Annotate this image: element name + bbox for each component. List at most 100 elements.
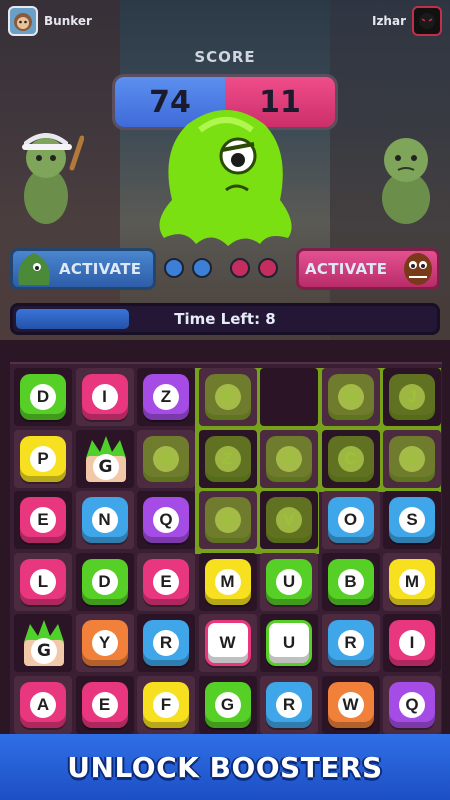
board-cell[interactable]: E	[14, 491, 72, 549]
board-cell[interactable]: P	[14, 429, 72, 488]
letter-tile[interactable]: R	[327, 620, 374, 666]
slimed-letter-tile[interactable]: P	[204, 497, 251, 543]
crown-tile-icon[interactable]: G	[16, 614, 72, 670]
letter-tile[interactable]: Q	[389, 681, 435, 728]
tile-letter: V	[276, 507, 302, 533]
special-letter-tile[interactable]: W	[204, 620, 251, 666]
board-cell[interactable]: O	[321, 491, 380, 549]
slimed-letter-tile[interactable]: J	[266, 435, 312, 482]
board-cell[interactable]: J	[260, 429, 318, 488]
tile-letter: W	[337, 691, 364, 718]
charge-dot	[164, 258, 184, 278]
board-cell[interactable]: G	[14, 614, 72, 672]
board-cell[interactable]: D	[75, 552, 134, 611]
monkey-avatar-icon[interactable]	[8, 6, 38, 36]
board-cell[interactable]: Q	[383, 675, 441, 734]
letter-tile[interactable]: Y	[81, 620, 128, 666]
slimed-letter-tile[interactable]: C	[327, 435, 374, 482]
board-cell[interactable]: B	[321, 552, 380, 611]
slimed-letter-tile[interactable]: K	[204, 374, 251, 420]
dark-avatar-icon[interactable]	[412, 6, 442, 36]
letter-tile[interactable]: E	[143, 558, 189, 605]
board-cell[interactable]: P	[198, 491, 257, 549]
letter-tile[interactable]: S	[389, 497, 435, 543]
board-cell[interactable]: R	[137, 614, 195, 672]
letter-tile[interactable]: M	[389, 558, 435, 605]
letter-tile[interactable]: M	[204, 558, 251, 605]
letter-tile[interactable]: R	[266, 681, 312, 728]
game-scene: Bunker Izhar SCORE 74 11 ACTIVATE ACTIVA…	[0, 0, 450, 340]
letter-tile[interactable]: G	[204, 681, 251, 728]
letter-tile[interactable]: N	[81, 497, 128, 543]
board-cell[interactable]: Z	[137, 368, 195, 426]
board-cell[interactable]: Q	[137, 491, 195, 549]
board-cell[interactable]: U	[260, 614, 318, 672]
crown-tile-icon[interactable]: G	[78, 430, 134, 486]
slime-monster	[148, 104, 304, 250]
board-cell[interactable]: G	[198, 675, 257, 734]
board-cell[interactable]: W	[198, 614, 257, 672]
letter-tile[interactable]: D	[81, 558, 128, 605]
board-cell[interactable]	[260, 368, 318, 426]
tile-letter: B	[337, 568, 364, 595]
board-cell[interactable]: M	[198, 552, 257, 611]
board-cell[interactable]: N	[75, 491, 134, 549]
letter-tile[interactable]: P	[20, 435, 66, 482]
letter-tile[interactable]: U	[266, 558, 312, 605]
activate-booster-left[interactable]: ACTIVATE	[10, 248, 156, 290]
slimed-letter-tile[interactable]: Z	[204, 435, 251, 482]
board-cell[interactable]: R	[321, 614, 380, 672]
board-cell[interactable]: Y	[75, 614, 134, 672]
board-cell[interactable]: J	[383, 368, 441, 426]
board-cell[interactable]: I	[75, 368, 134, 426]
board-cell[interactable]: G	[75, 429, 134, 488]
board-cell[interactable]: V	[260, 491, 318, 549]
board-cell[interactable]: M	[383, 552, 441, 611]
board-cell[interactable]: D	[14, 368, 72, 426]
letter-tile[interactable]: E	[81, 681, 128, 728]
letter-tile[interactable]: Z	[143, 374, 189, 420]
letter-tile[interactable]: Q	[143, 497, 189, 543]
board-cell[interactable]: S	[383, 491, 441, 549]
board-cell[interactable]: E	[383, 429, 441, 488]
board-cell[interactable]: E	[137, 552, 195, 611]
slimed-letter-tile[interactable]: N	[327, 374, 374, 420]
board-cell[interactable]: Z	[198, 429, 257, 488]
board-cell[interactable]: U	[260, 552, 318, 611]
tile-letter: R	[153, 630, 179, 656]
letter-tile[interactable]: L	[20, 558, 66, 605]
letter-tile[interactable]: B	[327, 558, 374, 605]
letter-tile[interactable]: R	[143, 620, 189, 666]
letter-board: D I Z K N J P G H Z J C E E N Q P V O S L D E M U B M G Y R W U R I A E F G R W…	[10, 362, 442, 734]
tile-letter: E	[91, 691, 118, 718]
board-cell[interactable]: F	[137, 675, 195, 734]
letter-tile[interactable]: I	[81, 374, 128, 420]
board-cell[interactable]: R	[260, 675, 318, 734]
board-cell[interactable]: H	[137, 429, 195, 488]
slimed-letter-tile[interactable]: V	[266, 497, 312, 543]
board-cell[interactable]: I	[383, 614, 441, 672]
letter-tile[interactable]: O	[327, 497, 374, 543]
letter-tile[interactable]: A	[20, 681, 66, 728]
letter-tile[interactable]: I	[389, 620, 435, 666]
activate-booster-right[interactable]: ACTIVATE	[296, 248, 440, 290]
tile-letter: N	[337, 384, 364, 410]
tile-letter: O	[337, 507, 364, 533]
letter-tile[interactable]: F	[143, 681, 189, 728]
board-cell[interactable]: N	[321, 368, 380, 426]
board-cell[interactable]: W	[321, 675, 380, 734]
time-left-label: Time Left: 8	[174, 310, 276, 328]
board-cell[interactable]: A	[14, 675, 72, 734]
special-letter-tile[interactable]: U	[266, 620, 312, 666]
slimed-letter-tile[interactable]: E	[389, 435, 435, 482]
letter-tile[interactable]: W	[327, 681, 374, 728]
board-cell[interactable]: E	[75, 675, 134, 734]
board-cell[interactable]: C	[321, 429, 380, 488]
letter-tile[interactable]: E	[20, 497, 66, 543]
tile-letter: G	[214, 691, 241, 718]
slimed-letter-tile[interactable]: J	[389, 374, 435, 420]
board-cell[interactable]: K	[198, 368, 257, 426]
slimed-letter-tile[interactable]: H	[143, 435, 189, 482]
board-cell[interactable]: L	[14, 552, 72, 611]
letter-tile[interactable]: D	[20, 374, 66, 420]
